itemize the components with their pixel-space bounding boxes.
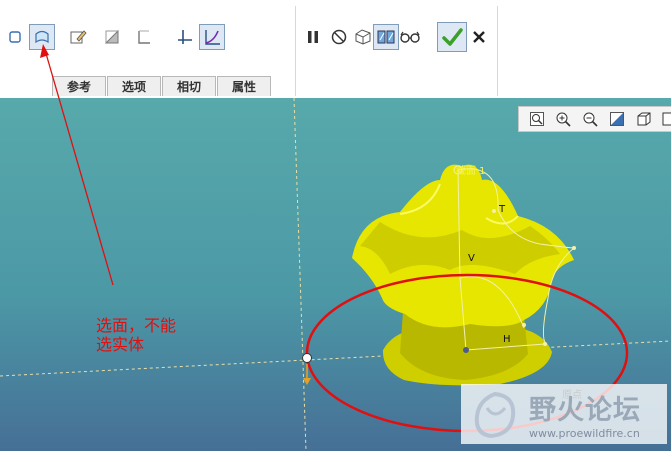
feature-dashboard: 参考 选项 相切 属性 (0, 0, 671, 98)
h-label: H (503, 334, 511, 345)
view-toolbar (518, 106, 671, 132)
drag-handle (302, 353, 312, 363)
zoom-out-icon[interactable] (580, 110, 600, 128)
direction-arrowhead (303, 378, 311, 385)
cancel-icon[interactable] (466, 24, 492, 50)
cut-icon[interactable] (99, 24, 125, 50)
shading-icon[interactable] (634, 110, 654, 128)
annotation-text: 选面，不能 选实体 (96, 316, 176, 354)
datum-plane-line (293, 98, 307, 451)
pause-icon[interactable] (300, 24, 326, 50)
tab-properties[interactable]: 属性 (217, 76, 271, 96)
tab-options[interactable]: 选项 (107, 76, 161, 96)
sketch-point (492, 209, 496, 213)
annotation-line: 选面，不能 (96, 316, 177, 335)
refit-icon[interactable] (527, 110, 547, 128)
t-label: T (499, 204, 506, 215)
v-label: V (468, 253, 475, 264)
section-label: 截面 1 (456, 166, 486, 177)
annotation-line: 选实体 (96, 335, 145, 354)
shade-edges-icon[interactable] (659, 110, 671, 128)
normal-section-icon[interactable] (172, 24, 198, 50)
watermark-url: www.proewildfire.cn (529, 427, 640, 440)
glasses-icon[interactable] (397, 24, 423, 50)
sketch-point (522, 323, 526, 327)
variable-section-icon[interactable] (199, 24, 225, 50)
watermark: 野火论坛 www.proewildfire.cn (461, 384, 667, 444)
tab-references[interactable]: 参考 (52, 76, 106, 96)
verify-icon[interactable] (373, 24, 399, 50)
dashboard-tabs: 参考 选项 相切 属性 (52, 76, 272, 96)
zoom-in-icon[interactable] (553, 110, 573, 128)
origin-point (463, 347, 469, 353)
watermark-logo (474, 391, 516, 439)
sketch-point (572, 246, 576, 250)
sketch-point (543, 342, 547, 346)
pencil-icon[interactable] (65, 24, 91, 50)
tab-tangency[interactable]: 相切 (162, 76, 216, 96)
no-preview-icon[interactable] (326, 24, 352, 50)
toolbar-divider (497, 6, 498, 96)
confirm-icon[interactable] (437, 22, 467, 52)
surface-icon[interactable] (29, 24, 55, 50)
reorient-icon[interactable] (607, 110, 627, 128)
watermark-title: 野火论坛 (529, 395, 641, 426)
thin-icon[interactable] (131, 24, 157, 50)
toolbar-divider (295, 6, 296, 96)
solid-icon[interactable] (2, 24, 28, 50)
